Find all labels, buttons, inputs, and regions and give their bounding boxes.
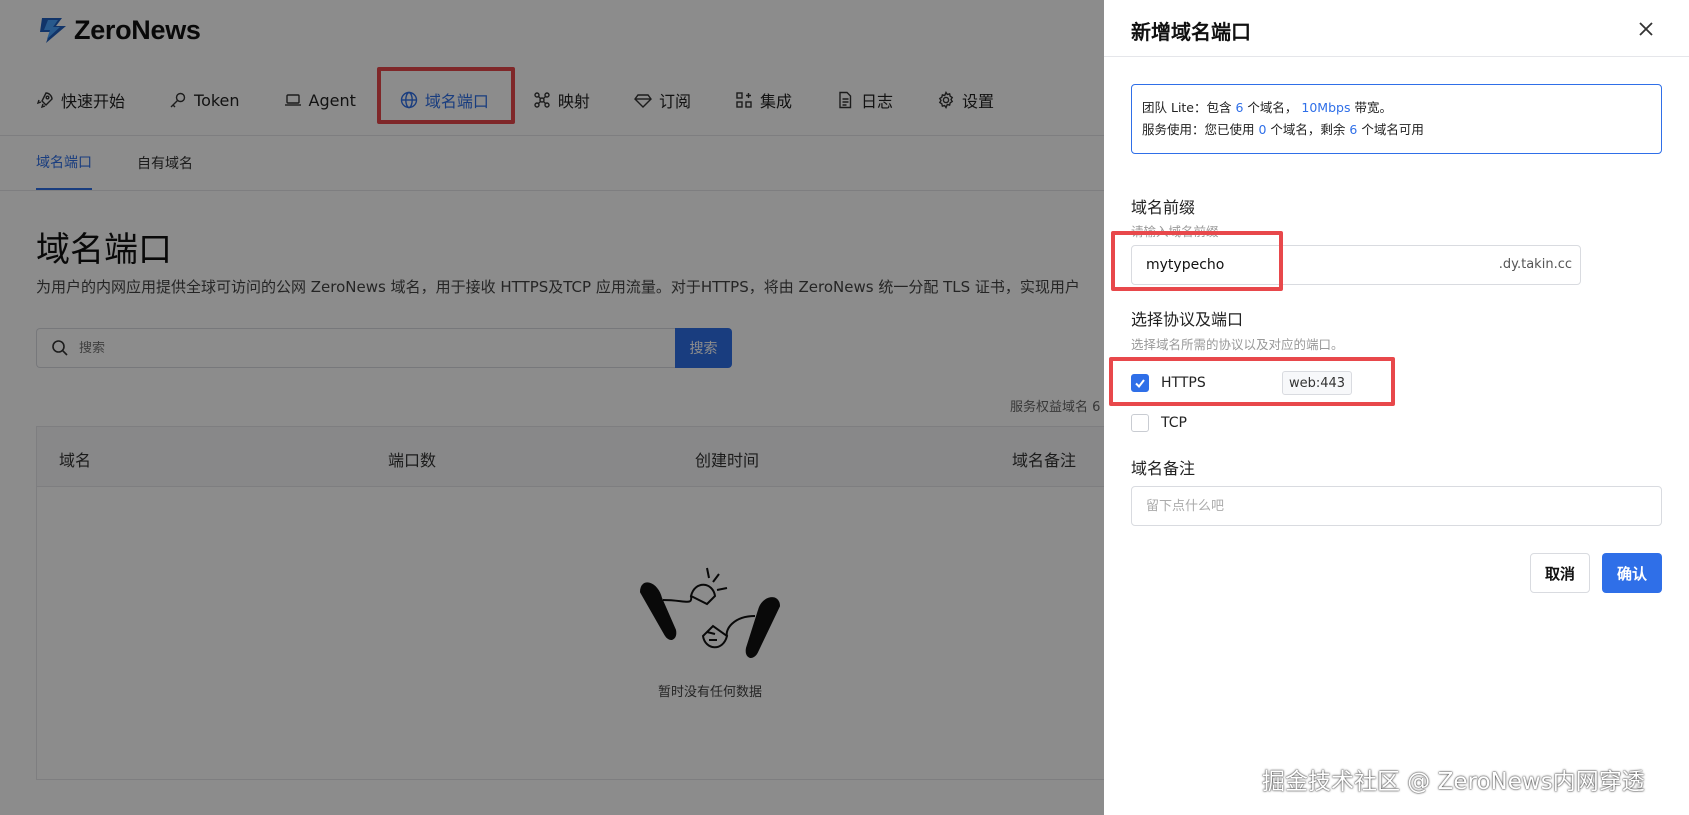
watermark: 掘金技术社区 @ ZeroNews内网穿透 [1262, 769, 1645, 795]
https-port-tag[interactable]: web:443 [1282, 371, 1353, 395]
check-icon [1135, 379, 1145, 389]
https-checkbox[interactable] [1131, 374, 1149, 392]
tcp-option[interactable]: TCP [1131, 412, 1187, 434]
plan-info-line: 团队 Lite：包含 6 个域名， 10Mbps 带宽。 [1142, 97, 1651, 119]
add-domain-drawer: 新增域名端口 团队 Lite：包含 6 个域名， 10Mbps 带宽。 服务使用… [1104, 0, 1689, 815]
drawer-header: 新增域名端口 [1104, 0, 1689, 57]
remark-label: 域名备注 [1131, 459, 1196, 478]
domain-suffix: .dy.takin.cc [1498, 257, 1572, 272]
https-label: HTTPS [1161, 375, 1206, 391]
plan-info-text: 团队 Lite：包含 [1142, 100, 1236, 115]
usage-info-line: 服务使用：您已使用 0 个域名，剩余 6 个域名可用 [1142, 119, 1651, 141]
close-button[interactable] [1634, 17, 1658, 41]
usage-info-text: 个域名，剩余 [1266, 122, 1350, 137]
prefix-hint: 请输入域名前缀 [1131, 224, 1219, 239]
plan-info-text: 带宽。 [1350, 100, 1392, 115]
close-icon [1639, 22, 1653, 36]
plan-bandwidth: 10Mbps [1301, 100, 1351, 115]
tcp-checkbox[interactable] [1131, 414, 1149, 432]
tcp-label: TCP [1161, 415, 1187, 431]
remark-input[interactable] [1131, 486, 1662, 526]
cancel-button[interactable]: 取消 [1530, 553, 1590, 593]
prefix-field: .dy.takin.cc [1131, 245, 1581, 285]
modal-overlay[interactable] [0, 0, 1104, 815]
protocol-hint: 选择域名所需的协议以及对应的端口。 [1131, 337, 1344, 352]
usage-info-text: 服务使用：您已使用 [1142, 122, 1259, 137]
https-option[interactable]: HTTPS [1131, 372, 1206, 394]
usage-info-text: 个域名可用 [1357, 122, 1424, 137]
plan-info-text: 个域名， [1243, 100, 1302, 115]
plan-info-box: 团队 Lite：包含 6 个域名， 10Mbps 带宽。 服务使用：您已使用 0… [1131, 84, 1662, 154]
protocol-label: 选择协议及端口 [1131, 310, 1244, 329]
drawer-title: 新增域名端口 [1131, 20, 1251, 44]
domain-prefix-input[interactable] [1132, 257, 1472, 273]
confirm-button[interactable]: 确认 [1602, 553, 1662, 593]
prefix-label: 域名前缀 [1131, 198, 1196, 217]
